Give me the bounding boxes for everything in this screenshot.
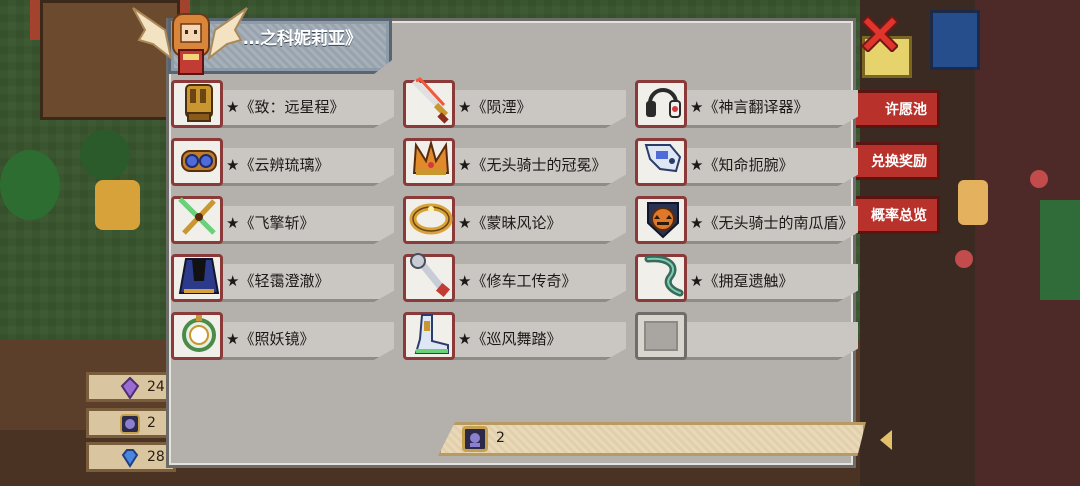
boots-icon [414, 314, 449, 354]
resource-diamond: 28 [86, 442, 176, 472]
mech-arm-icon [644, 144, 682, 173]
item-name: ★《蒙昧风论》 [458, 214, 562, 232]
close-button[interactable] [860, 12, 900, 56]
tree-icon [0, 150, 60, 220]
token-icon [462, 426, 488, 452]
resource-token-value: 2 [147, 415, 156, 431]
item-slot[interactable] [403, 77, 455, 128]
flaming-sword-icon [411, 77, 449, 124]
item-slot[interactable] [635, 196, 687, 244]
empty-slot-icon[interactable] [635, 312, 687, 360]
item-cell[interactable] [632, 310, 860, 362]
token-face-icon [470, 433, 480, 447]
green-patch [1040, 200, 1080, 300]
mirror-icon [182, 315, 216, 352]
resource-gem: 24 [86, 372, 176, 402]
water-pool [930, 10, 980, 70]
close-icon [862, 16, 898, 52]
rate-overview-label: 概率总览 [871, 208, 927, 224]
crown-icon [412, 139, 450, 175]
item-slot[interactable] [635, 138, 687, 186]
tree-icon [80, 130, 130, 180]
wrench-icon [410, 253, 451, 298]
item-cell[interactable]: ★《轻霭澄澈》 [168, 252, 396, 304]
item-cell[interactable]: ★《照妖镜》 [168, 310, 396, 362]
headset-icon [646, 88, 681, 118]
item-name: ★《修车工传奇》 [458, 272, 577, 290]
ring-icon [409, 203, 453, 235]
wish-pool-label: 许愿池 [885, 102, 927, 118]
item-slot[interactable] [635, 80, 687, 128]
item-cell[interactable]: ★《云辨琉璃》 [168, 136, 396, 188]
item-name: ★《陨湮》 [458, 98, 532, 116]
item-cell[interactable]: ★《陨湮》 [400, 77, 628, 130]
golden-gauntlet-icon [185, 84, 213, 122]
item-name: ★《轻霭澄澈》 [226, 272, 330, 290]
flower-icon [955, 250, 973, 268]
item-cell[interactable]: ★《拥趸遗触》 [632, 252, 860, 304]
item-cell[interactable]: ★《蒙昧风论》 [400, 194, 628, 246]
goggles-icon [181, 150, 217, 172]
cloak-icon [178, 258, 220, 294]
item-slot[interactable] [171, 254, 223, 302]
item-slot[interactable] [403, 253, 455, 302]
pumpkin-shield-icon [647, 202, 679, 239]
item-name: ★《飞擎斩》 [226, 214, 315, 232]
item-name: ★《巡风舞踏》 [458, 330, 562, 348]
resource-gem-value: 24 [147, 379, 165, 395]
item-grid: ★《致：远星程》 ★《陨湮》 ★《神言翻译器》 ★《云辨琉璃》 ★《无头骑士的冠… [168, 77, 858, 368]
item-name: ★《无头骑士的冠冕》 [458, 156, 607, 174]
flower-icon [1030, 170, 1048, 188]
winged-heroine-avatar-icon [132, 7, 248, 75]
item-cell[interactable]: ★《无头骑士的南瓜盾》 [632, 194, 860, 246]
arrow-left-icon[interactable] [880, 430, 892, 450]
item-slot[interactable] [171, 80, 223, 128]
purple-crystal-icon [120, 377, 140, 399]
resource-diamond-value: 28 [147, 449, 165, 465]
diamond-icon [121, 449, 139, 468]
item-name: ★《知命扼腕》 [690, 156, 794, 174]
item-slot[interactable] [171, 196, 223, 244]
panel-title: …之科妮莉亚》 [243, 29, 362, 49]
crossed-blades-icon [178, 197, 216, 235]
item-name: ★《致：远星程》 [226, 98, 345, 116]
exchange-reward-label: 兑换奖励 [871, 154, 927, 170]
item-cell[interactable]: ★《飞擎斩》 [168, 194, 396, 246]
item-slot[interactable] [403, 196, 455, 244]
resource-token: 2 [86, 408, 176, 438]
tentacle-icon [644, 255, 684, 297]
item-name: ★《无头骑士的南瓜盾》 [690, 214, 854, 232]
currency-value: 2 [496, 430, 505, 446]
item-cell[interactable]: ★《致：远星程》 [168, 78, 396, 130]
npc-character-left [95, 180, 140, 230]
item-cell[interactable]: ★《知命扼腕》 [632, 136, 860, 188]
item-slot[interactable] [403, 138, 455, 186]
item-name: ★《拥趸遗触》 [690, 272, 794, 290]
item-name: ★《照妖镜》 [226, 330, 315, 348]
item-slot[interactable] [171, 138, 223, 186]
item-cell[interactable]: ★《修车工传奇》 [400, 252, 628, 304]
npc-character-right [958, 180, 988, 225]
item-cell[interactable]: ★《巡风舞踏》 [400, 310, 628, 362]
item-cell[interactable]: ★《神言翻译器》 [632, 78, 860, 130]
token-icon [120, 414, 140, 434]
item-slot[interactable] [171, 312, 223, 360]
item-cell[interactable]: ★《无头骑士的冠冕》 [400, 136, 628, 188]
item-name: ★《云辨琉璃》 [226, 156, 330, 174]
item-slot[interactable] [403, 312, 455, 360]
item-slot[interactable] [635, 254, 687, 302]
item-label-bar [658, 322, 858, 360]
item-name: ★《神言翻译器》 [690, 98, 809, 116]
